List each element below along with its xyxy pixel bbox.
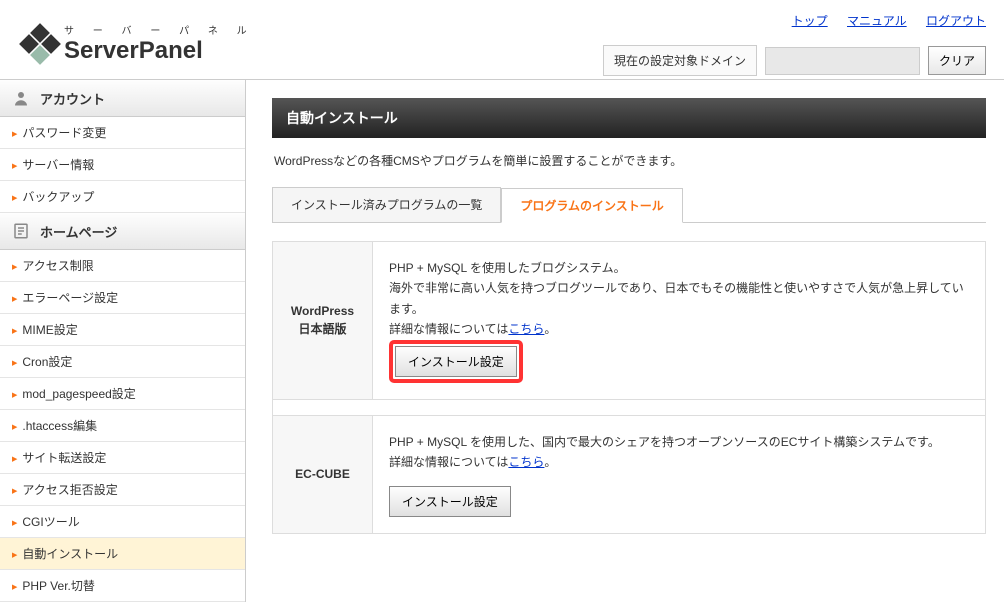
sidebar-item[interactable]: バックアップ <box>0 181 245 213</box>
sidebar-section-title: アカウント <box>40 89 105 108</box>
tabs: インストール済みプログラムの一覧 プログラムのインストール <box>272 187 986 223</box>
sidebar-item[interactable]: mod_pagespeed設定 <box>0 378 245 410</box>
program-details: PHP + MySQL を使用した、国内で最大のシェアを持つオープンソースのEC… <box>373 415 986 534</box>
program-details: PHP + MySQL を使用したブログシステム。海外で非常に高い人気を持つブロ… <box>373 242 986 400</box>
install-settings-button[interactable]: インストール設定 <box>389 486 511 517</box>
sidebar-item[interactable]: PHP Ver.切替 <box>0 570 245 602</box>
sidebar-section-title: ホームページ <box>40 222 117 241</box>
top-links: トップ マニュアル ログアウト <box>776 12 986 29</box>
sidebar-item[interactable]: アクセス拒否設定 <box>0 474 245 506</box>
sidebar-item[interactable]: アクセス制限 <box>0 250 245 282</box>
sidebar-item[interactable]: MIME設定 <box>0 314 245 346</box>
sidebar-list-account: パスワード変更サーバー情報バックアップ <box>0 117 245 213</box>
sidebar-header-account: アカウント <box>0 80 245 117</box>
logo-icon <box>22 26 58 62</box>
link-manual[interactable]: マニュアル <box>847 14 907 28</box>
sidebar-list-homepage: アクセス制限エラーページ設定MIME設定Cron設定mod_pagespeed設… <box>0 250 245 602</box>
detail-link[interactable]: こちら <box>508 322 544 336</box>
link-logout[interactable]: ログアウト <box>926 14 986 28</box>
sidebar-item[interactable]: Cron設定 <box>0 346 245 378</box>
domain-label: 現在の設定対象ドメイン <box>603 45 757 76</box>
clear-button[interactable]: クリア <box>928 46 986 75</box>
domain-bar: 現在の設定対象ドメイン クリア <box>603 45 986 76</box>
sidebar-item[interactable]: .htaccess編集 <box>0 410 245 442</box>
header: サ ー バ ー パ ネ ル ServerPanel トップ マニュアル ログアウ… <box>0 0 1004 80</box>
sidebar-item[interactable]: パスワード変更 <box>0 117 245 149</box>
sidebar-section-account: アカウント パスワード変更サーバー情報バックアップ <box>0 80 245 213</box>
sidebar-item[interactable]: CGIツール <box>0 506 245 538</box>
link-top[interactable]: トップ <box>792 14 828 28</box>
logo-kana: サ ー バ ー パ ネ ル <box>64 22 255 37</box>
install-table: WordPress日本語版PHP + MySQL を使用したブログシステム。海外… <box>272 241 986 534</box>
page-description: WordPressなどの各種CMSやプログラムを簡単に設置することができます。 <box>274 152 984 169</box>
sidebar-item[interactable]: 自動インストール <box>0 538 245 570</box>
sidebar: アカウント パスワード変更サーバー情報バックアップ ホームページ アクセス制限エ… <box>0 80 246 602</box>
tab-install[interactable]: プログラムのインストール <box>501 188 682 223</box>
program-name: WordPress日本語版 <box>273 242 373 400</box>
document-icon <box>10 220 32 242</box>
main-content: 自動インストール WordPressなどの各種CMSやプログラムを簡単に設置する… <box>246 80 1004 602</box>
logo: サ ー バ ー パ ネ ル ServerPanel <box>22 22 255 65</box>
logo-main: ServerPanel <box>64 37 255 65</box>
sidebar-item[interactable]: サイト転送設定 <box>0 442 245 474</box>
install-settings-button[interactable]: インストール設定 <box>395 346 517 377</box>
sidebar-item[interactable]: エラーページ設定 <box>0 282 245 314</box>
sidebar-item[interactable]: サーバー情報 <box>0 149 245 181</box>
tab-installed[interactable]: インストール済みプログラムの一覧 <box>272 187 501 222</box>
program-name: EC-CUBE <box>273 415 373 534</box>
person-icon <box>10 87 32 109</box>
detail-link[interactable]: こちら <box>508 455 544 469</box>
page-title: 自動インストール <box>272 98 986 138</box>
sidebar-header-homepage: ホームページ <box>0 213 245 250</box>
domain-display <box>765 47 920 75</box>
sidebar-section-homepage: ホームページ アクセス制限エラーページ設定MIME設定Cron設定mod_pag… <box>0 213 245 602</box>
